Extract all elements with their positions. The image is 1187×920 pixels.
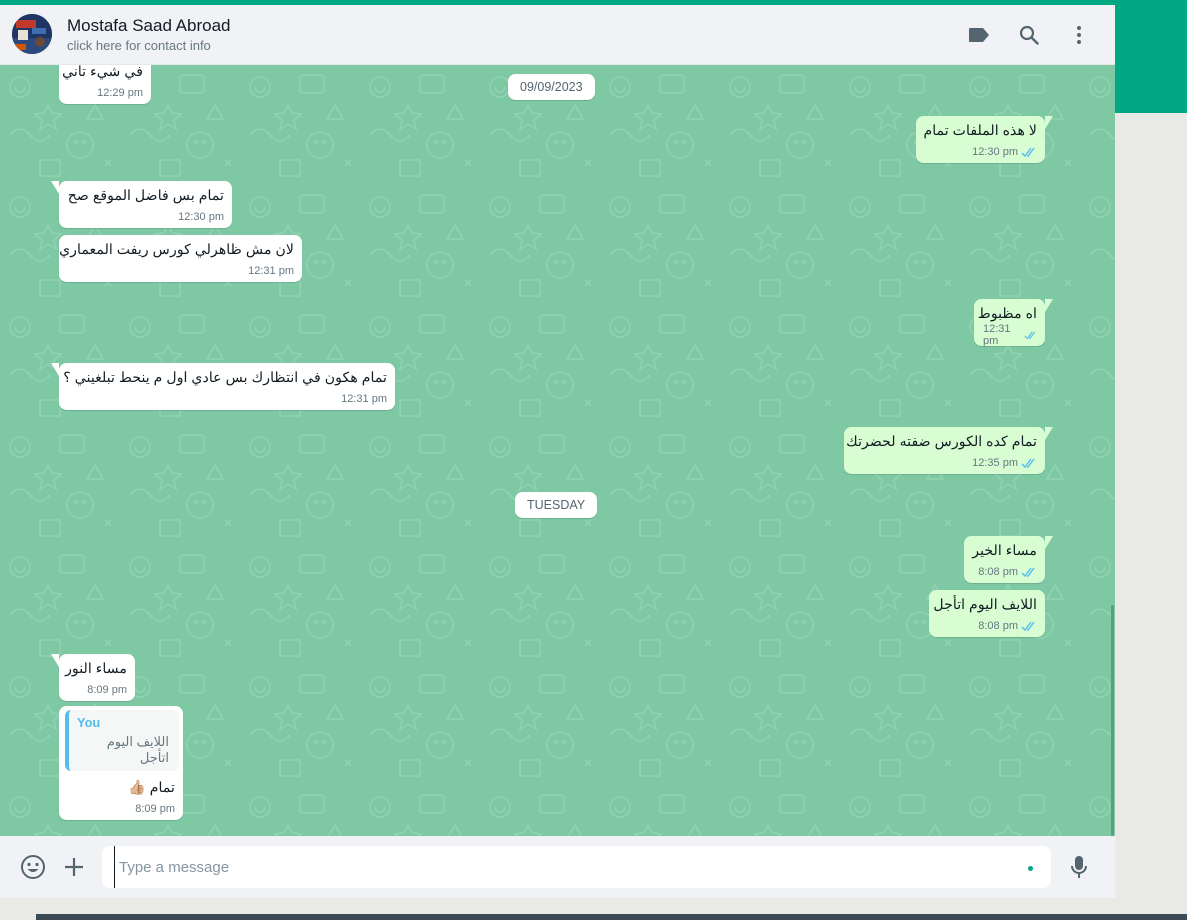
message-time: 8:09 pm bbox=[135, 803, 175, 815]
message-text: في شيء تاني bbox=[62, 65, 143, 80]
message-meta: 12:35 pm bbox=[853, 456, 1037, 470]
message-time: 12:29 pm bbox=[97, 87, 143, 99]
message-time: 12:30 pm bbox=[972, 146, 1018, 158]
message-meta: 8:09 pm bbox=[68, 683, 127, 697]
message-time: 12:31 pm bbox=[983, 323, 1011, 347]
message-bubble-incoming[interactable]: مساء النور 8:09 pm bbox=[51, 654, 135, 701]
message-bubble-outgoing[interactable]: لا هذه الملفات تمام 12:30 pm bbox=[916, 116, 1053, 163]
plus-icon[interactable] bbox=[60, 853, 88, 881]
scrollbar-thumb[interactable] bbox=[1111, 605, 1114, 836]
message-bubble-incoming[interactable]: تمام هكون في انتظارك بس عادي اول م ينحط … bbox=[51, 363, 395, 410]
read-receipt-icon bbox=[1021, 458, 1035, 468]
message-time: 8:08 pm bbox=[978, 566, 1018, 578]
message-time: 12:31 pm bbox=[248, 265, 294, 277]
side-panel-background bbox=[1115, 113, 1187, 920]
message-text: اللايف اليوم اتأجل bbox=[933, 597, 1037, 613]
menu-icon[interactable] bbox=[1067, 23, 1091, 47]
contact-name[interactable]: Mostafa Saad Abroad bbox=[67, 16, 231, 36]
composer bbox=[0, 836, 1115, 898]
message-text: تمام بس فاضل الموقع صح bbox=[67, 188, 224, 204]
message-text: لان مش ظاهرلي كورس ريفت المعماري bbox=[59, 242, 294, 258]
message-bubble-outgoing[interactable]: مساء الخير 8:08 pm bbox=[964, 536, 1053, 583]
microphone-icon[interactable] bbox=[1065, 853, 1093, 881]
date-chip: 09/09/2023 bbox=[508, 74, 595, 100]
message-meta: 12:31 pm bbox=[68, 264, 294, 278]
message-bubble-incoming[interactable]: تمام بس فاضل الموقع صح 12:30 pm bbox=[51, 181, 232, 228]
read-receipt-icon bbox=[1021, 621, 1035, 631]
read-receipt-icon bbox=[1021, 567, 1035, 577]
message-text: تمام هكون في انتظارك بس عادي اول م ينحط … bbox=[63, 370, 387, 386]
message-time: 12:35 pm bbox=[972, 457, 1018, 469]
avatar[interactable] bbox=[12, 14, 52, 54]
quoted-text: اللايف اليوم اتأجل bbox=[106, 734, 169, 765]
message-time: 8:08 pm bbox=[978, 620, 1018, 632]
message-input[interactable] bbox=[114, 846, 1014, 888]
message-list[interactable]: 09/09/2023 TUESDAY في شيء تاني 12:29 pm … bbox=[0, 65, 1115, 836]
message-bubble-outgoing[interactable]: تمام كده الكورس ضفته لحضرتك 12:35 pm bbox=[844, 427, 1053, 474]
message-meta: 12:31 pm bbox=[68, 392, 387, 406]
date-chip: TUESDAY bbox=[515, 492, 598, 518]
message-meta: 12:30 pm bbox=[925, 145, 1037, 159]
emoji-icon[interactable] bbox=[19, 853, 47, 881]
message-input-box[interactable] bbox=[102, 846, 1051, 888]
message-text: تمام 👍🏼 bbox=[128, 780, 175, 796]
message-bubble-incoming-reply[interactable]: You اللايف اليوم اتأجل تمام 👍🏼 8:09 pm bbox=[59, 706, 183, 820]
message-time: 8:09 pm bbox=[87, 684, 127, 696]
message-meta: 12:29 pm bbox=[68, 86, 143, 100]
message-meta: 12:30 pm bbox=[68, 210, 224, 224]
message-text: تمام كده الكورس ضفته لحضرتك bbox=[846, 434, 1037, 450]
quoted-author: You bbox=[77, 715, 101, 730]
label-icon[interactable] bbox=[967, 23, 991, 47]
message-bubble-incoming[interactable]: لان مش ظاهرلي كورس ريفت المعماري 12:31 p… bbox=[59, 235, 302, 282]
message-meta: 8:09 pm bbox=[63, 802, 179, 816]
message-bubble-incoming[interactable]: في شيء تاني 12:29 pm bbox=[59, 65, 151, 104]
search-icon[interactable] bbox=[1017, 23, 1041, 47]
message-meta: 12:31 pm bbox=[983, 323, 1037, 347]
message-text: مساء النور bbox=[65, 661, 127, 677]
message-text: مساء الخير bbox=[972, 543, 1037, 559]
message-time: 12:31 pm bbox=[341, 393, 387, 405]
quoted-message[interactable]: You اللايف اليوم اتأجل bbox=[65, 710, 179, 771]
chat-header[interactable]: Mostafa Saad Abroad click here for conta… bbox=[0, 5, 1115, 65]
chat-window: Mostafa Saad Abroad click here for conta… bbox=[0, 5, 1115, 898]
message-text: اه مظبوط bbox=[977, 306, 1037, 322]
read-receipt-icon bbox=[1024, 330, 1035, 339]
input-indicator-dot bbox=[1028, 866, 1033, 871]
read-receipt-icon bbox=[1021, 147, 1035, 157]
message-meta: 8:08 pm bbox=[938, 619, 1037, 633]
message-time: 12:30 pm bbox=[178, 211, 224, 223]
message-bubble-outgoing[interactable]: اللايف اليوم اتأجل 8:08 pm bbox=[929, 590, 1045, 637]
message-meta: 8:08 pm bbox=[973, 565, 1037, 579]
scrollbar[interactable] bbox=[1110, 65, 1115, 836]
message-text: لا هذه الملفات تمام bbox=[923, 123, 1037, 139]
bottom-edge-strip bbox=[36, 914, 1187, 920]
contact-info-link[interactable]: click here for contact info bbox=[67, 38, 211, 53]
side-accent-block bbox=[1115, 5, 1187, 113]
message-bubble-outgoing[interactable]: اه مظبوط 12:31 pm bbox=[974, 299, 1053, 347]
